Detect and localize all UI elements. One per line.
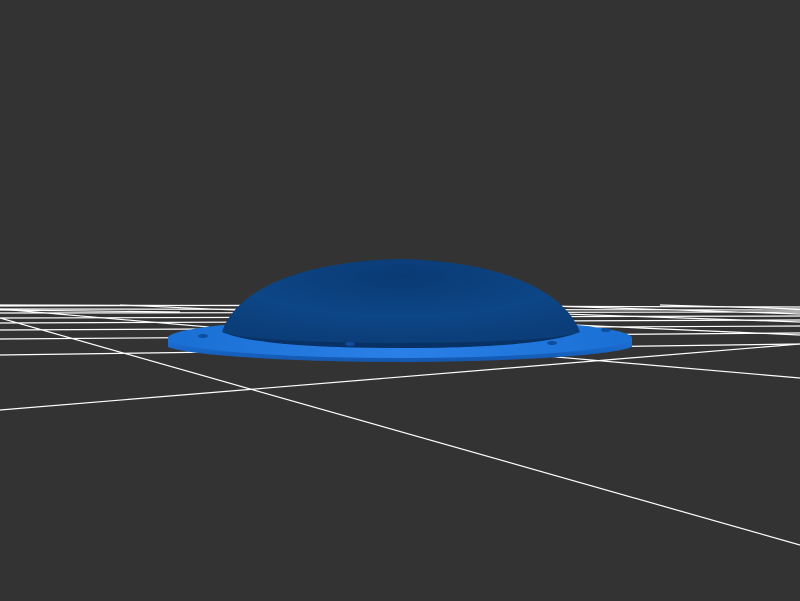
3d-viewport[interactable] xyxy=(0,0,800,601)
mounting-hole xyxy=(601,328,611,332)
mounting-hole xyxy=(198,334,208,338)
mounting-hole xyxy=(345,342,355,346)
mounting-hole xyxy=(547,341,557,345)
viewport-canvas[interactable] xyxy=(0,0,800,601)
